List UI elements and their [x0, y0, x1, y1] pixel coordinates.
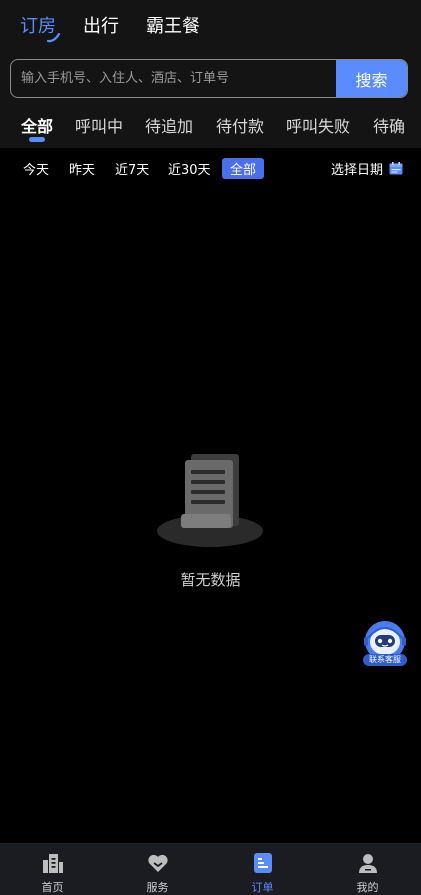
- nav-item-service[interactable]: 服务: [105, 844, 210, 895]
- status-tab-indicator: [29, 137, 45, 142]
- category-tabs: 订房 出行 霸王餐: [0, 0, 421, 52]
- date-filter-all[interactable]: 全部: [222, 158, 265, 179]
- heart-icon: [148, 854, 168, 872]
- date-filter-30days[interactable]: 近30天: [168, 159, 211, 178]
- nav-label-orders: 订单: [251, 881, 274, 894]
- tab-travel[interactable]: 出行: [83, 12, 119, 38]
- status-tab-calling[interactable]: 呼叫中: [75, 113, 123, 137]
- empty-state: 暂无数据: [0, 450, 421, 600]
- empty-document-icon: [157, 454, 263, 547]
- search-input[interactable]: [11, 60, 337, 97]
- tab-free-meal[interactable]: 霸王餐: [146, 12, 200, 38]
- status-tab-call-failed[interactable]: 呼叫失败: [286, 113, 350, 137]
- bottom-nav: 首页 服务 订单 我的: [0, 843, 421, 895]
- status-tab-pending-payment[interactable]: 待付款: [216, 113, 264, 137]
- status-tab-pending-confirm[interactable]: 待确: [373, 113, 405, 137]
- order-status-tabs: 全部 呼叫中 待追加 待付款 呼叫失败 待确: [0, 108, 421, 148]
- search-button[interactable]: 搜索: [336, 60, 407, 97]
- order-icon: [254, 853, 272, 873]
- nav-item-orders[interactable]: 订单: [210, 844, 315, 895]
- customer-service-button[interactable]: 联系客服: [361, 620, 409, 668]
- active-tab-underline: [47, 33, 60, 43]
- nav-label-service: 服务: [146, 881, 169, 894]
- empty-text: 暂无数据: [180, 571, 241, 589]
- date-filter-7days[interactable]: 近7天: [115, 159, 149, 178]
- building-icon: [43, 854, 63, 873]
- status-tab-all[interactable]: 全部: [21, 113, 53, 137]
- date-filter-row: 今天 昨天 近7天 近30天 全部 选择日期: [0, 148, 421, 188]
- search-bar: 搜索: [10, 59, 408, 98]
- customer-service-label: 联系客服: [363, 654, 407, 666]
- nav-label-home: 首页: [41, 881, 64, 894]
- pick-date-label: 选择日期: [330, 163, 383, 178]
- date-filter-yesterday[interactable]: 昨天: [69, 159, 95, 178]
- pick-date-button[interactable]: 选择日期: [331, 159, 403, 178]
- user-icon: [359, 854, 377, 873]
- status-tab-pending-add[interactable]: 待追加: [145, 113, 193, 137]
- nav-item-profile[interactable]: 我的: [315, 844, 420, 895]
- header-area: 订房 出行 霸王餐 搜索 全部 呼叫中 待追加 待付款 呼叫失败 待确: [0, 0, 421, 148]
- date-filter-today[interactable]: 今天: [23, 159, 49, 178]
- nav-label-profile: 我的: [356, 881, 379, 894]
- calendar-icon: [389, 162, 403, 175]
- nav-item-home[interactable]: 首页: [0, 844, 105, 895]
